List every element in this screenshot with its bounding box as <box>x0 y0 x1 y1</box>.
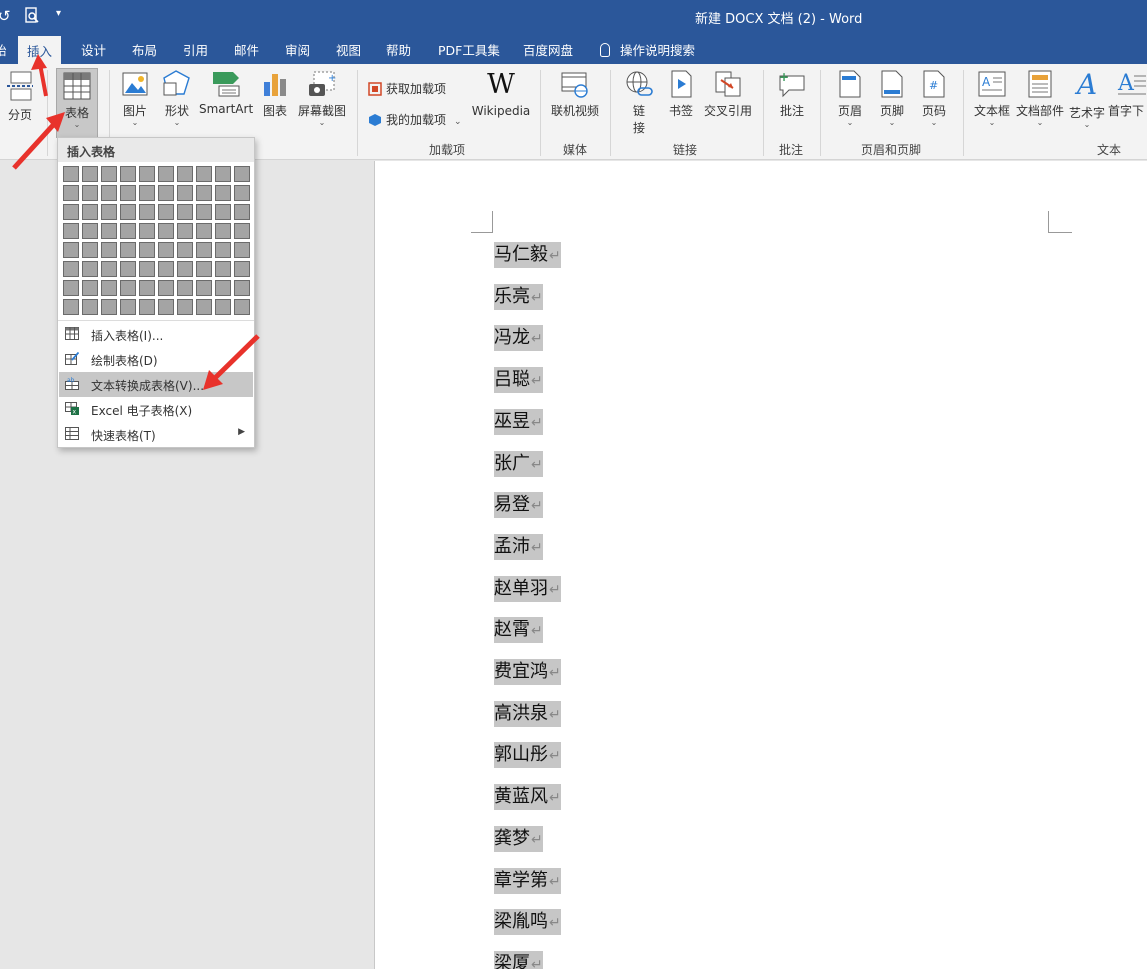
annotation-arrow-to-table-button <box>12 121 57 170</box>
annotation-arrows <box>12 54 260 390</box>
annotation-arrow-to-insert-tab <box>38 63 48 97</box>
annotation-arrow-to-convert-item <box>213 334 260 380</box>
annotation-arrowhead <box>31 54 47 70</box>
